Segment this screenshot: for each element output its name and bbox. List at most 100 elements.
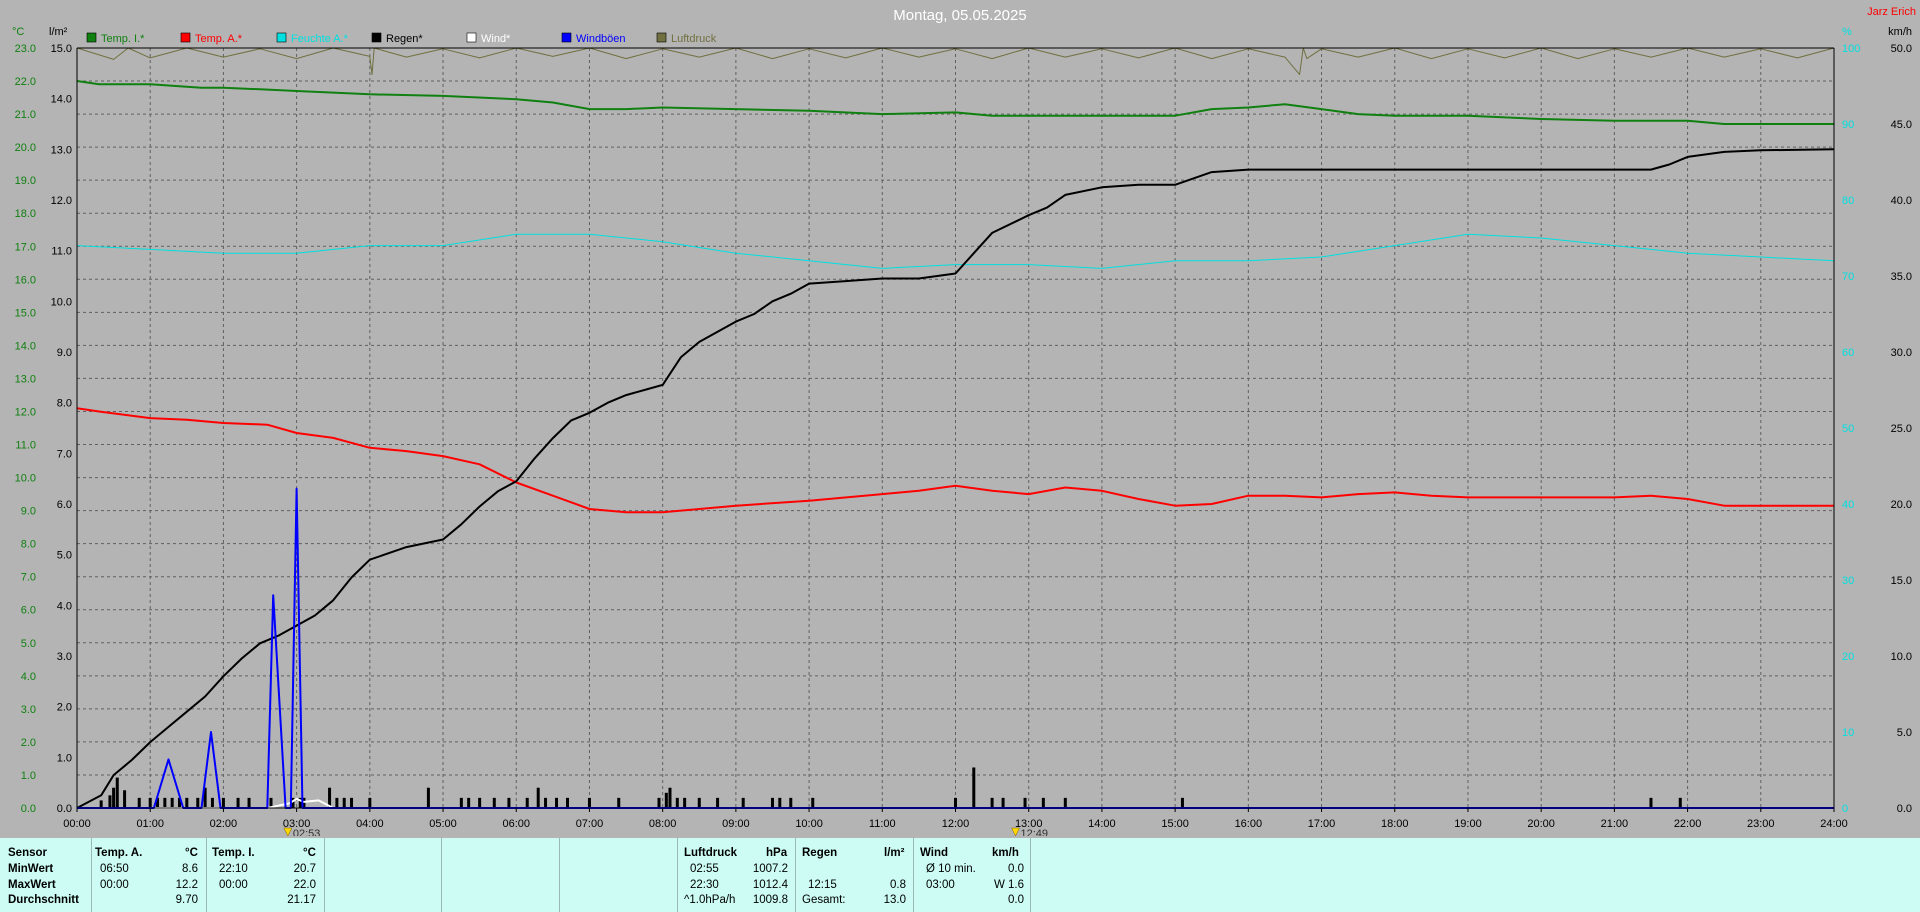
- wind-avg: 0.0: [1008, 863, 1024, 875]
- rain-interval-bar: [1041, 797, 1045, 808]
- y-humidity-tick-label: 0: [1842, 803, 1848, 815]
- y-temp-tick-label: 8.0: [21, 539, 36, 551]
- rain-unit: l/m²: [884, 847, 905, 859]
- y-rain-tick-label: 3.0: [57, 651, 72, 663]
- rain-interval-bar: [478, 797, 482, 808]
- y-temp-tick-label: 16.0: [15, 274, 36, 286]
- rain-interval-bar: [675, 797, 679, 808]
- x-tick-label: 15:00: [1161, 818, 1189, 830]
- time-marker-label: 12:49: [1021, 828, 1049, 836]
- rain-interval-bar: [112, 787, 116, 808]
- y-rain-tick-label: 12.0: [51, 195, 72, 207]
- y-temp-tick-label: 0.0: [21, 803, 36, 815]
- stats-divider: [559, 838, 560, 912]
- rain-interval-bar: [555, 797, 559, 808]
- x-tick-label: 14:00: [1088, 818, 1116, 830]
- x-tick-label: 16:00: [1235, 818, 1263, 830]
- pressure-unit: hPa: [766, 847, 788, 859]
- rain-interval-bar: [1001, 797, 1005, 808]
- rain-interval-bar: [467, 797, 471, 808]
- x-tick-label: 04:00: [356, 818, 384, 830]
- rain-interval-bar: [954, 797, 957, 808]
- legend-label: Luftdruck: [671, 33, 717, 45]
- y-wind-tick-label: 50.0: [1891, 43, 1912, 55]
- stats-divider: [91, 838, 92, 912]
- rain-total: 13.0: [883, 894, 906, 906]
- rain-interval-bar: [811, 797, 815, 808]
- chart-title: Montag, 05.05.2025: [893, 7, 1026, 24]
- x-tick-label: 12:00: [942, 818, 970, 830]
- rain-interval-bar: [789, 797, 793, 808]
- x-tick-label: 02:00: [210, 818, 238, 830]
- y-rain-tick-label: 2.0: [57, 702, 72, 714]
- x-tick-label: 08:00: [649, 818, 677, 830]
- y-temp-tick-label: 15.0: [15, 307, 36, 319]
- y-humidity-tick-label: 10: [1842, 727, 1854, 739]
- rain-interval-bar: [525, 797, 529, 808]
- y-rain-tick-label: 4.0: [57, 600, 72, 612]
- rain-interval-bar: [1063, 797, 1067, 808]
- y-temp-tick-label: 20.0: [15, 142, 36, 154]
- y-temp-tick-label: 2.0: [21, 737, 36, 749]
- y-temp-tick-label: 1.0: [21, 770, 36, 782]
- rain-interval-bar: [196, 797, 200, 808]
- wind-max-time: 03:00: [926, 879, 955, 891]
- rain-interval-bar: [99, 800, 103, 808]
- temp-a-label: Temp. A.: [95, 847, 143, 859]
- y-humidity-tick-label: 30: [1842, 575, 1854, 587]
- rain-interval-bar: [990, 797, 994, 808]
- legend-swatch: [86, 32, 97, 43]
- rain-interval-bar: [565, 797, 569, 808]
- rain-interval-bar: [668, 787, 672, 808]
- pressure-max: 1012.4: [752, 879, 788, 891]
- row-label-min: MinWert: [8, 863, 54, 875]
- temp-i-max-time: 00:00: [219, 879, 248, 891]
- legend-label: Regen*: [386, 33, 423, 45]
- legend-swatch: [656, 32, 667, 43]
- y-wind-tick-label: 15.0: [1891, 575, 1912, 587]
- y-rain-tick-label: 1.0: [57, 752, 72, 764]
- x-tick-label: 07:00: [576, 818, 604, 830]
- y-humidity-tick-label: 90: [1842, 119, 1854, 131]
- stats-divider: [206, 838, 207, 912]
- stats-divider: [324, 838, 325, 912]
- legend-swatch: [180, 32, 191, 43]
- legend-label: Windböen: [576, 33, 626, 45]
- y-wind-tick-label: 25.0: [1891, 423, 1912, 435]
- rain-interval-bar: [664, 792, 668, 808]
- y-humidity-tick-label: 40: [1842, 499, 1854, 511]
- pressure-trend: ^1.0hPa/h: [684, 894, 736, 906]
- y-temp-tick-label: 19.0: [15, 175, 36, 187]
- legend-swatch: [561, 32, 572, 43]
- pressure-min-time: 02:55: [690, 863, 719, 875]
- x-tick-label: 22:00: [1674, 818, 1702, 830]
- rain-interval-bar: [350, 797, 354, 808]
- wind-max: W 1.6: [993, 879, 1024, 891]
- stats-divider: [795, 838, 796, 912]
- y-temp-tick-label: 12.0: [15, 406, 36, 418]
- pressure-max-time: 22:30: [690, 879, 719, 891]
- rain-interval-bar: [536, 787, 540, 808]
- rain-interval-bar: [210, 797, 214, 808]
- y-temp-tick-label: 18.0: [15, 208, 36, 220]
- y-humidity-tick-label: 100: [1842, 43, 1860, 55]
- rain-interval-bar: [335, 797, 339, 808]
- stats-divider: [1030, 838, 1031, 912]
- x-tick-label: 19:00: [1454, 818, 1482, 830]
- rain-interval-bar: [617, 797, 621, 808]
- y-wind-tick-label: 0.0: [1897, 803, 1912, 815]
- pressure-min: 1007.2: [752, 863, 788, 875]
- y-rain-tick-label: 10.0: [51, 296, 72, 308]
- y-humidity-tick-label: 50: [1842, 423, 1854, 435]
- rain-label: Regen: [802, 847, 838, 859]
- rain-interval-bar: [221, 797, 225, 808]
- x-tick-label: 09:00: [722, 818, 750, 830]
- legend-label: Wind*: [481, 33, 511, 45]
- brand-label: Jarz Erich: [1867, 6, 1916, 18]
- y-wind-unit-label: km/h: [1888, 26, 1912, 38]
- legend-swatch: [466, 32, 477, 43]
- x-tick-label: 18:00: [1381, 818, 1409, 830]
- y-rain-tick-label: 6.0: [57, 499, 72, 511]
- rain-interval-bar: [342, 797, 346, 808]
- rain-interval-bar: [492, 797, 496, 808]
